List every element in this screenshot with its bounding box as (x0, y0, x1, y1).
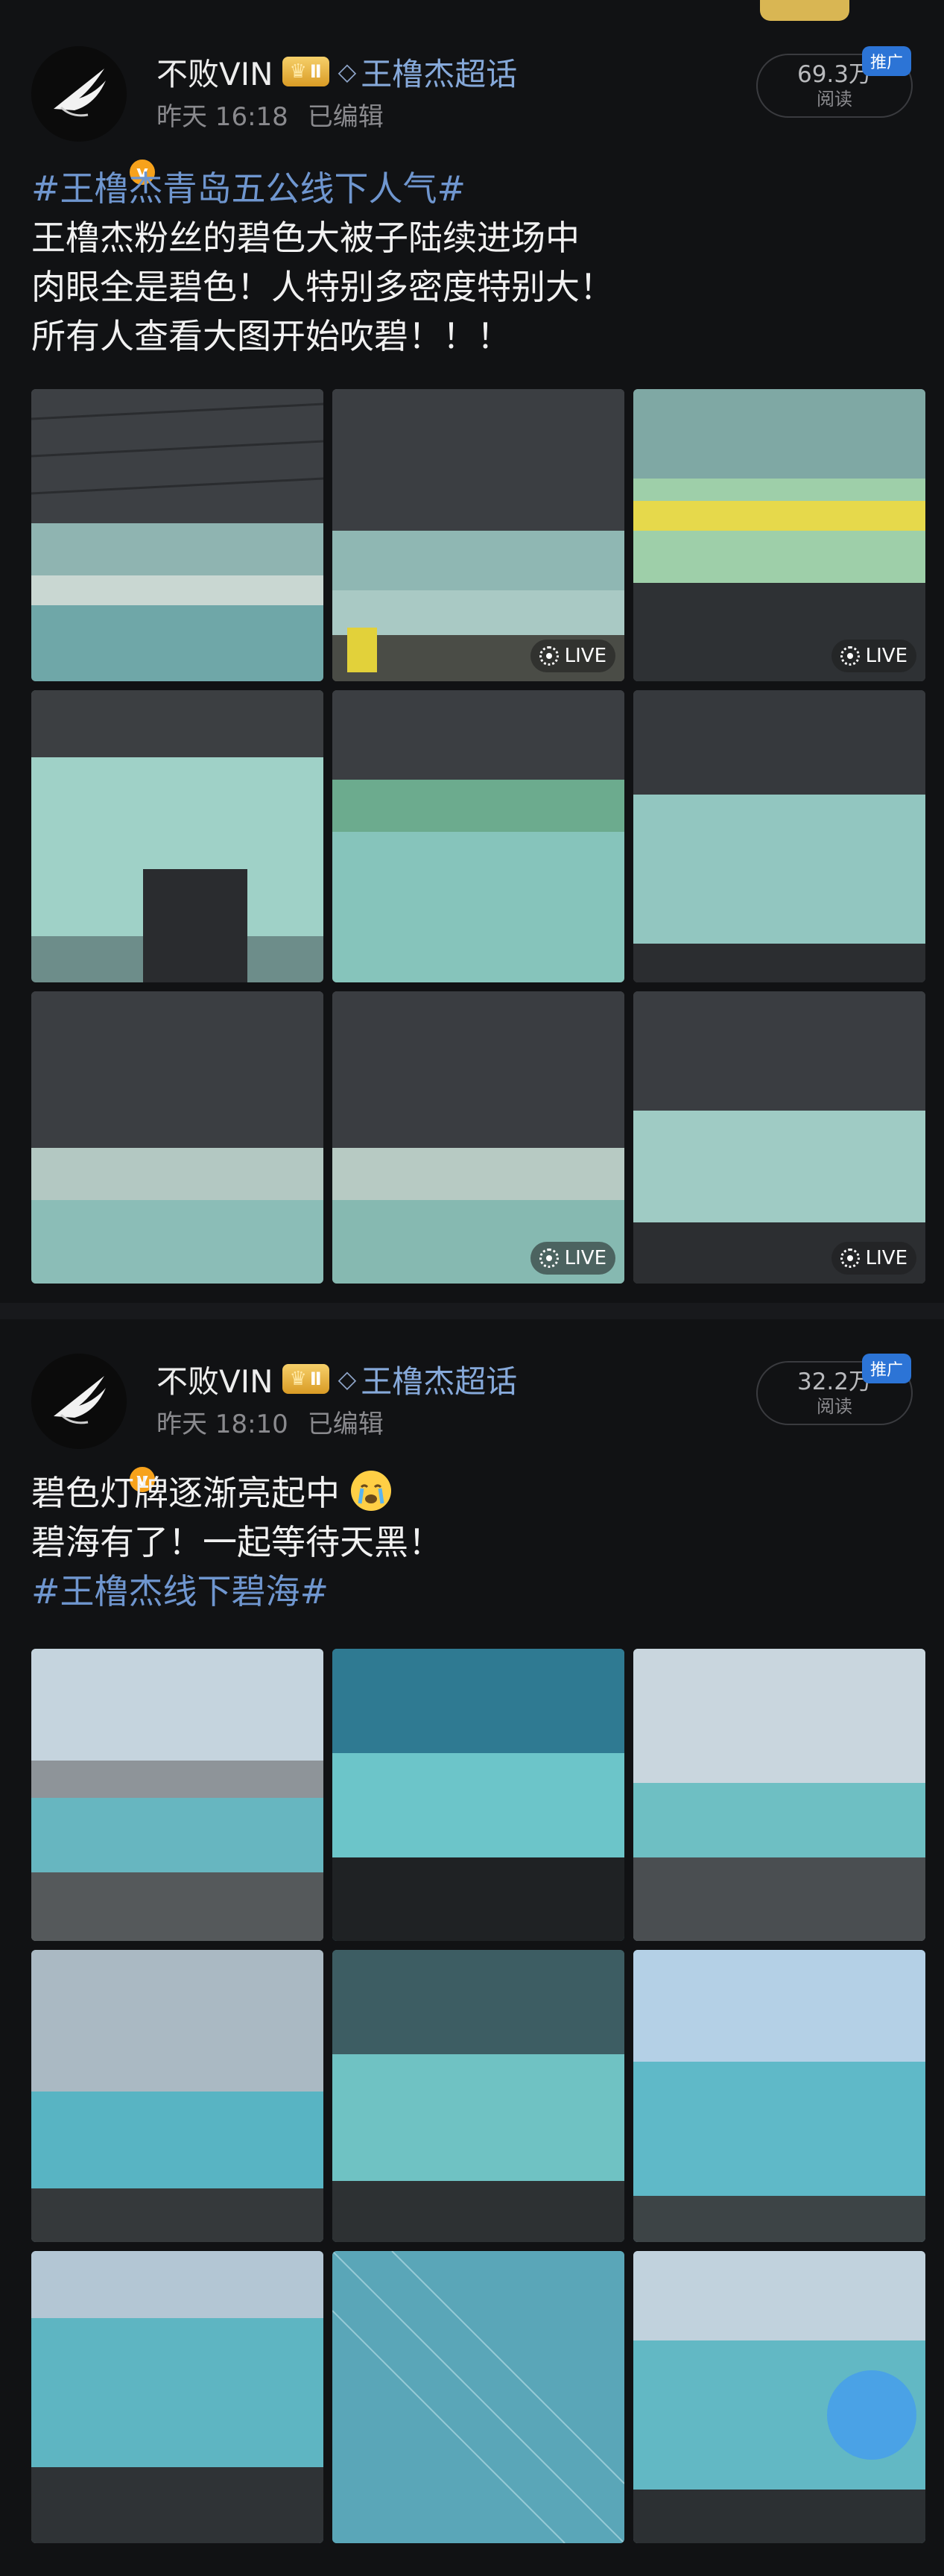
image-grid: LIVE LIVE LIVE LIVE (31, 389, 925, 1284)
body-line: 肉眼全是碧色！人特别多密度特别大！ (31, 267, 614, 307)
live-label: LIVE (865, 645, 907, 667)
body-line: 碧色灯牌逐渐亮起中 (31, 1473, 340, 1513)
body-line: 王橹杰粉丝的碧色大被子陆续进场中 (31, 218, 580, 258)
level-badge-text: Ⅱ (309, 1368, 322, 1389)
read-count-label: 阅读 (817, 89, 852, 110)
live-photo-icon (539, 1248, 559, 1268)
super-topic-link[interactable]: ◇ 王橹杰超话 (338, 49, 518, 95)
level-badge: ♛ Ⅱ (282, 57, 329, 86)
photo-tile[interactable]: LIVE (332, 389, 624, 681)
stadium-photo (633, 991, 925, 1284)
stadium-photo (332, 1649, 624, 1941)
live-photo-icon (539, 646, 559, 666)
read-count-pill: 32.2万 阅读 推广 (756, 1354, 913, 1425)
photo-tile[interactable] (332, 1950, 624, 2242)
stadium-photo (332, 2251, 624, 2543)
post-time: 昨天 16:18 (156, 101, 288, 132)
body-line: 碧海有了！一起等待天黑！ (31, 1522, 443, 1562)
stadium-photo (31, 389, 323, 681)
hashtag-link[interactable]: #王橹杰青岛五公线下人气# (31, 168, 466, 209)
body-line: 所有人查看大图开始吹碧！！！ (31, 316, 511, 356)
crown-icon: ♛ (289, 60, 307, 83)
stadium-photo (31, 991, 323, 1284)
live-photo-icon (840, 1248, 860, 1268)
live-label: LIVE (564, 1247, 606, 1269)
live-label: LIVE (865, 1247, 907, 1269)
stadium-photo (633, 1649, 925, 1941)
stadium-photo (31, 1950, 323, 2242)
photo-tile[interactable] (332, 2251, 624, 2543)
feed-post-1[interactable]: v 不败VIN ♛ Ⅱ ◇ 王橹杰超话 昨天 16:18 已编辑 69.3万 阅… (0, 0, 944, 1297)
photo-tile[interactable] (31, 1649, 323, 1941)
photo-tile[interactable] (633, 2251, 925, 2543)
author-name[interactable]: 不败VIN (156, 1357, 273, 1402)
post-time: 昨天 18:10 (156, 1409, 288, 1439)
level-badge-text: Ⅱ (309, 61, 322, 82)
hashtag-link[interactable]: #王橹杰线下碧海# (31, 1571, 329, 1611)
super-topic-label: 王橹杰超话 (361, 55, 518, 92)
super-topic-label: 王橹杰超话 (361, 1363, 518, 1400)
stadium-photo (31, 1649, 323, 1941)
crying-face-emoji (350, 1471, 391, 1511)
photo-tile[interactable] (633, 690, 925, 982)
promo-tag: 推广 (862, 46, 911, 76)
edited-label[interactable]: 已编辑 (308, 96, 384, 133)
edited-label[interactable]: 已编辑 (308, 1404, 384, 1440)
avatar-bird-image (31, 1354, 127, 1449)
stadium-photo (332, 1950, 624, 2242)
avatar[interactable]: v (31, 46, 158, 188)
stadium-photo (332, 991, 624, 1284)
live-photo-badge: LIVE (530, 1242, 615, 1275)
read-count-pill: 69.3万 阅读 推广 (756, 46, 913, 118)
photo-tile[interactable]: LIVE (633, 991, 925, 1284)
feed-separator (0, 1303, 944, 1319)
avatar-bird-image (31, 46, 127, 142)
photo-tile[interactable] (31, 389, 323, 681)
post-body: #王橹杰青岛五公线下人气# 王橹杰粉丝的碧色大被子陆续进场中 肉眼全是碧色！人特… (31, 164, 913, 361)
stadium-photo (633, 2251, 925, 2543)
live-photo-badge: LIVE (831, 1242, 916, 1275)
photo-tile[interactable] (633, 1649, 925, 1941)
read-count-label: 阅读 (817, 1396, 852, 1417)
promo-tag: 推广 (862, 1354, 911, 1383)
photo-tile[interactable] (31, 690, 323, 982)
stadium-photo (633, 389, 925, 681)
photo-tile[interactable] (31, 2251, 323, 2543)
crown-icon: ♛ (289, 1368, 307, 1390)
read-count: 69.3万 (796, 61, 872, 88)
level-badge: ♛ Ⅱ (282, 1364, 329, 1394)
post-body: 碧色灯牌逐渐亮起中 碧海有了！一起等待天黑！ #王橹杰线下碧海# (31, 1468, 913, 1616)
stadium-photo (633, 690, 925, 982)
photo-tile[interactable] (633, 1950, 925, 2242)
author-name[interactable]: 不败VIN (156, 49, 273, 95)
diamond-icon: ◇ (338, 1365, 357, 1393)
photo-tile[interactable] (31, 1950, 323, 2242)
stadium-photo (332, 389, 624, 681)
live-photo-badge: LIVE (530, 640, 615, 672)
stadium-photo (332, 690, 624, 982)
live-photo-icon (840, 646, 860, 666)
image-grid (31, 1649, 925, 2543)
read-count: 32.2万 (796, 1368, 872, 1395)
photo-tile[interactable] (31, 991, 323, 1284)
photo-tile[interactable] (332, 690, 624, 982)
photo-tile[interactable]: LIVE (633, 389, 925, 681)
diamond-icon: ◇ (338, 57, 357, 86)
live-label: LIVE (564, 645, 606, 667)
photo-tile[interactable]: LIVE (332, 991, 624, 1284)
stadium-photo (31, 2251, 323, 2543)
feed-post-2[interactable]: v 不败VIN ♛ Ⅱ ◇ 王橹杰超话 昨天 18:10 已编辑 32.2万 阅… (0, 1319, 944, 2576)
stadium-photo (31, 690, 323, 982)
stadium-photo (633, 1950, 925, 2242)
avatar[interactable]: v (31, 1354, 158, 1495)
super-topic-link[interactable]: ◇ 王橹杰超话 (338, 1357, 518, 1402)
photo-tile[interactable] (332, 1649, 624, 1941)
live-photo-badge: LIVE (831, 640, 916, 672)
